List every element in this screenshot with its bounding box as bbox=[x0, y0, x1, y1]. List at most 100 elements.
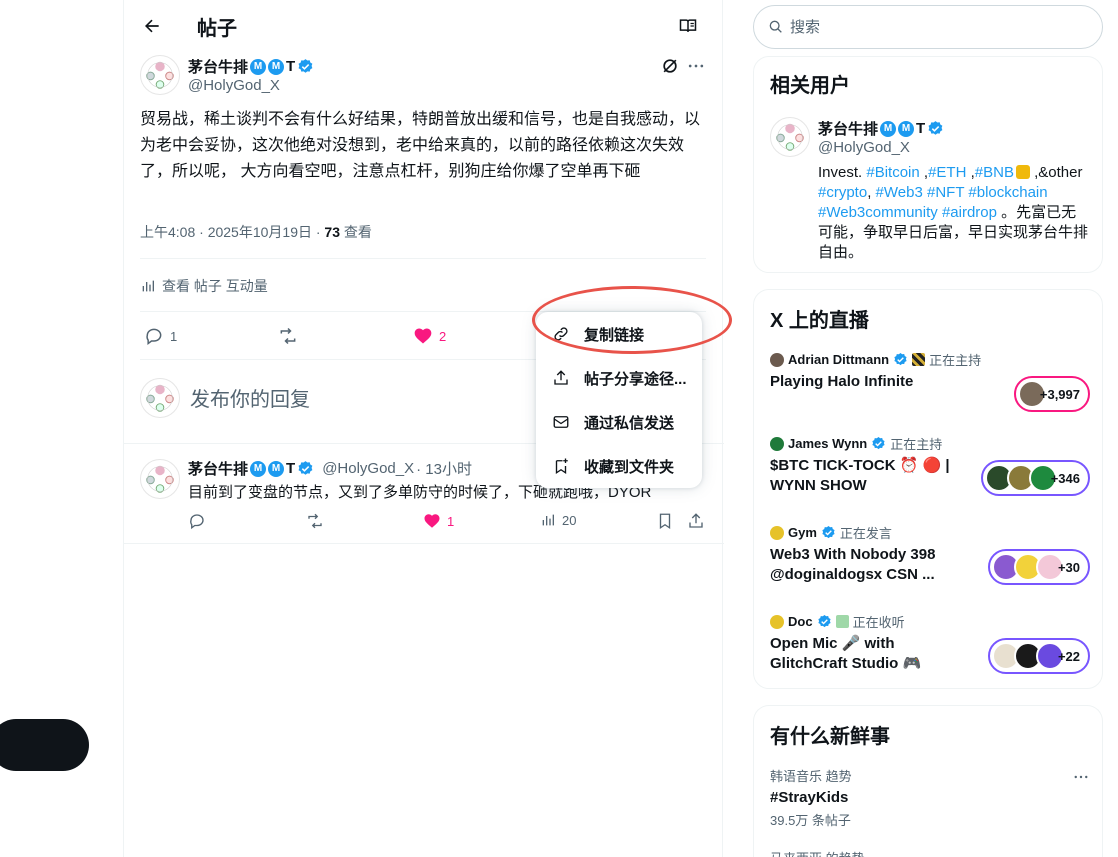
bookmark-plus-icon bbox=[555, 458, 568, 475]
live-item[interactable]: James Wynn 正在主持 $BTC TICK-TOCK ⏰ 🔴 | WYN… bbox=[770, 434, 1090, 502]
hashtag-link[interactable]: #Web3community bbox=[818, 204, 938, 221]
views-button[interactable]: 20 bbox=[540, 512, 576, 528]
menu-item-label: 复制链接 bbox=[584, 326, 645, 344]
envelope-icon bbox=[553, 416, 569, 428]
menu-item-share-via[interactable]: 帖子分享途径... bbox=[536, 356, 702, 400]
search-bar[interactable] bbox=[753, 5, 1103, 49]
trend-item[interactable]: 韩语音乐 趋势 #StrayKids 39.5万 条帖子 bbox=[770, 766, 1090, 829]
bookmark-icon[interactable] bbox=[656, 512, 674, 530]
related-user-name[interactable]: 茅台牛排 M M T bbox=[818, 118, 944, 139]
avatar[interactable] bbox=[140, 459, 180, 499]
host-avatar bbox=[770, 614, 784, 629]
listener-pill: +22 bbox=[987, 638, 1090, 674]
reply-button[interactable] bbox=[188, 512, 206, 530]
hashtag-link[interactable]: #ETH bbox=[928, 164, 966, 181]
host-name: James Wynn bbox=[788, 436, 868, 451]
like-button[interactable]: 2 bbox=[413, 326, 446, 346]
reply-button[interactable]: 1 bbox=[144, 326, 177, 346]
host-avatar bbox=[770, 436, 784, 451]
m-badge-icon: M bbox=[268, 460, 285, 477]
host-name: Adrian Dittmann bbox=[788, 352, 890, 367]
host-name: Gym bbox=[788, 525, 817, 540]
timestamp[interactable]: 上午4:08 · 2025年10月19日 · bbox=[140, 224, 324, 240]
bio-text: , bbox=[966, 164, 975, 181]
hashtag-link[interactable]: #airdrop bbox=[942, 204, 997, 221]
page-title: 帖子 bbox=[197, 18, 237, 40]
more-icon[interactable] bbox=[1072, 768, 1090, 786]
verified-badge-icon bbox=[817, 614, 831, 628]
back-button[interactable] bbox=[138, 12, 166, 40]
display-name: 茅台牛排 bbox=[818, 121, 879, 138]
m-badge-icon: M bbox=[898, 120, 915, 137]
view-analytics-link[interactable]: 查看 帖子 互动量 bbox=[140, 276, 268, 296]
more-icon[interactable] bbox=[686, 56, 706, 76]
name-suffix: T bbox=[286, 460, 296, 477]
listener-pill: +3,997 bbox=[1013, 376, 1090, 412]
host-status: 正在主持 bbox=[929, 353, 982, 368]
repost-icon bbox=[280, 327, 296, 345]
host-name: Doc bbox=[788, 614, 813, 629]
avatar[interactable] bbox=[140, 55, 180, 95]
trend-name: #StrayKids bbox=[770, 789, 849, 806]
hashtag-link[interactable]: #crypto bbox=[818, 184, 867, 201]
bio-text: ,&other bbox=[1029, 164, 1083, 181]
hashtag-link[interactable]: #blockchain bbox=[968, 184, 1047, 201]
listener-pill: +30 bbox=[987, 549, 1090, 585]
hashtag-link[interactable]: #Web3 bbox=[876, 184, 923, 201]
menu-item-bookmark-folder[interactable]: 收藏到文件夹 bbox=[536, 444, 702, 488]
reply-input[interactable]: 发布你的回复 bbox=[190, 383, 310, 412]
verified-badge-icon bbox=[894, 352, 907, 366]
related-user-bio: Invest. #Bitcoin ,#ETH ,#BNB ,&other #cr… bbox=[818, 163, 1088, 263]
heart-filled-icon bbox=[414, 328, 432, 344]
verified-badge-icon bbox=[928, 121, 943, 135]
like-count: 1 bbox=[447, 513, 455, 529]
arrow-left-icon bbox=[145, 19, 159, 33]
my-avatar bbox=[140, 378, 180, 418]
hashtag-link[interactable]: #NFT bbox=[927, 184, 964, 201]
repost-button[interactable] bbox=[277, 326, 299, 346]
live-title: Open Mic 🎤 with GlitchCraft Studio 🎮 bbox=[770, 635, 922, 672]
hashtag-link[interactable]: #Bitcoin bbox=[866, 164, 919, 181]
live-item[interactable]: Gym 正在发言 Web3 With Nobody 398 @doginaldo… bbox=[770, 523, 1090, 587]
trend-context: 韩语音乐 趋势 bbox=[770, 769, 852, 784]
grok-icon[interactable] bbox=[660, 56, 680, 76]
host-status: 正在主持 bbox=[890, 437, 943, 452]
verified-badge-icon bbox=[298, 461, 313, 475]
card-title: 有什么新鲜事 bbox=[770, 726, 890, 748]
author-name[interactable]: 茅台牛排 M M T bbox=[188, 56, 314, 77]
bio-text: , bbox=[919, 164, 929, 181]
author-handle[interactable]: @HolyGod_X bbox=[188, 77, 280, 94]
live-host: Doc 正在收听 bbox=[770, 612, 905, 631]
views-count: 20 bbox=[562, 512, 577, 528]
hashtag-link[interactable]: #BNB bbox=[975, 164, 1014, 181]
reply-icon bbox=[146, 328, 162, 345]
menu-item-label: 通过私信发送 bbox=[584, 414, 675, 432]
listener-count: +30 bbox=[1057, 559, 1080, 575]
menu-item-copy-link[interactable]: 复制链接 bbox=[536, 312, 702, 356]
reply-count: 1 bbox=[170, 328, 178, 344]
like-button[interactable]: 1 bbox=[423, 512, 454, 530]
share-icon[interactable] bbox=[687, 512, 705, 530]
listener-count: +346 bbox=[1050, 470, 1080, 486]
reply-author[interactable]: 茅台牛排 M M T @HolyGod_X · 13小时 bbox=[188, 458, 472, 479]
divider bbox=[140, 258, 706, 259]
live-item[interactable]: Adrian Dittmann 正在主持 Playing Halo Infini… bbox=[770, 350, 1090, 414]
floating-post-button[interactable] bbox=[0, 719, 89, 771]
bio-text: Invest. bbox=[818, 164, 867, 181]
menu-item-send-dm[interactable]: 通过私信发送 bbox=[536, 400, 702, 444]
listener-count: +3,997 bbox=[1039, 386, 1080, 402]
repost-button[interactable] bbox=[305, 512, 325, 530]
share-menu: 复制链接 帖子分享途径... 通过私信发送 收藏到文件夹 bbox=[536, 312, 702, 488]
m-badge-icon: M bbox=[250, 58, 267, 75]
live-item[interactable]: Doc 正在收听 Open Mic 🎤 with GlitchCraft Stu… bbox=[770, 612, 1090, 676]
reader-mode-button[interactable] bbox=[676, 14, 700, 38]
search-input[interactable] bbox=[790, 18, 1070, 36]
views-label: 查看 bbox=[340, 224, 372, 240]
reply-handle: @HolyGod_X bbox=[322, 460, 415, 477]
host-status: 正在发言 bbox=[839, 526, 892, 541]
name-suffix: T bbox=[916, 120, 926, 137]
m-badge-icon: M bbox=[880, 120, 897, 137]
page-header: 帖子 bbox=[124, 0, 724, 53]
trend-context: 马来西亚 的趋势 bbox=[770, 848, 865, 857]
avatar[interactable] bbox=[770, 117, 810, 157]
